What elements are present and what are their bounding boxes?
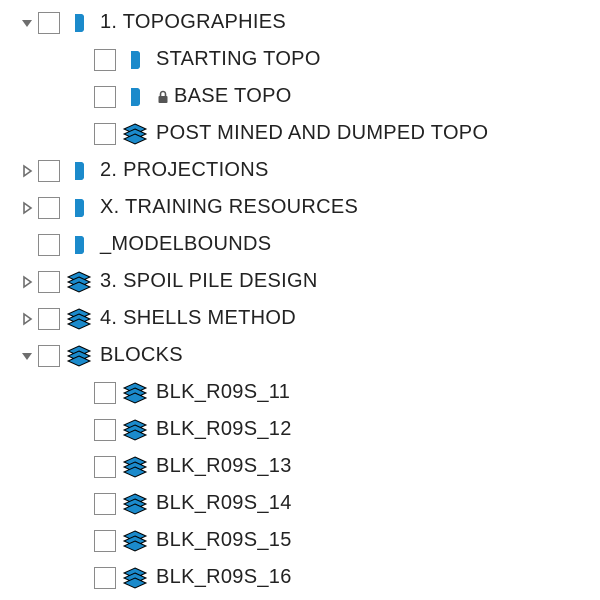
layers-stack-icon <box>122 121 148 147</box>
tree-item-label: BLK_R09S_16 <box>156 566 292 589</box>
layers-stack-icon <box>122 454 148 480</box>
layers-stack-icon <box>66 306 92 332</box>
visibility-checkbox[interactable] <box>94 86 116 108</box>
visibility-checkbox[interactable] <box>94 456 116 478</box>
visibility-checkbox[interactable] <box>38 271 60 293</box>
tree-row[interactable]: 2. PROJECTIONS <box>0 152 600 189</box>
expander-none <box>74 458 92 476</box>
visibility-checkbox[interactable] <box>94 530 116 552</box>
layers-stack-icon <box>122 528 148 554</box>
visibility-checkbox[interactable] <box>38 197 60 219</box>
layer-tree[interactable]: 1. TOPOGRAPHIES STARTING TOPO BASE TOPO POS… <box>0 0 600 596</box>
tree-row[interactable]: 1. TOPOGRAPHIES <box>0 4 600 41</box>
visibility-checkbox[interactable] <box>94 382 116 404</box>
expander-none <box>74 125 92 143</box>
tree-item-label: BASE TOPO <box>174 85 292 108</box>
expander-none <box>74 532 92 550</box>
visibility-checkbox[interactable] <box>38 308 60 330</box>
tree-row[interactable]: BLK_R09S_15 <box>0 522 600 559</box>
tree-row[interactable]: POST MINED AND DUMPED TOPO <box>0 115 600 152</box>
expander-none <box>74 569 92 587</box>
expander-open-icon[interactable] <box>18 347 36 365</box>
layers-stack-icon <box>122 417 148 443</box>
layers-stack-icon <box>66 269 92 295</box>
layers-stack-icon <box>122 565 148 591</box>
tree-row[interactable]: BLK_R09S_14 <box>0 485 600 522</box>
visibility-checkbox[interactable] <box>94 123 116 145</box>
expander-none <box>18 236 36 254</box>
tree-row[interactable]: BLK_R09S_13 <box>0 448 600 485</box>
tree-item-label: BLK_R09S_11 <box>156 381 290 404</box>
tree-item-label: BLOCKS <box>100 344 183 367</box>
visibility-checkbox[interactable] <box>94 493 116 515</box>
expander-closed-icon[interactable] <box>18 310 36 328</box>
visibility-checkbox[interactable] <box>38 12 60 34</box>
tree-item-label: 2. PROJECTIONS <box>100 159 269 182</box>
tree-item-label: 1. TOPOGRAPHIES <box>100 11 286 34</box>
tree-row[interactable]: BLK_R09S_12 <box>0 411 600 448</box>
design-folder-icon <box>122 47 148 73</box>
expander-closed-icon[interactable] <box>18 162 36 180</box>
tree-item-label: POST MINED AND DUMPED TOPO <box>156 122 488 145</box>
tree-row[interactable]: X. TRAINING RESOURCES <box>0 189 600 226</box>
expander-open-icon[interactable] <box>18 14 36 32</box>
expander-none <box>74 495 92 513</box>
expander-none <box>74 384 92 402</box>
expander-none <box>74 421 92 439</box>
tree-item-label: _MODELBOUNDS <box>100 233 271 256</box>
tree-row[interactable]: 3. SPOIL PILE DESIGN <box>0 263 600 300</box>
layers-stack-icon <box>122 491 148 517</box>
visibility-checkbox[interactable] <box>38 345 60 367</box>
tree-item-label: BLK_R09S_12 <box>156 418 292 441</box>
layers-stack-icon <box>66 343 92 369</box>
design-folder-icon <box>66 158 92 184</box>
layers-stack-icon <box>122 380 148 406</box>
tree-item-label: BLK_R09S_14 <box>156 492 292 515</box>
tree-item-label: X. TRAINING RESOURCES <box>100 196 358 219</box>
visibility-checkbox[interactable] <box>94 49 116 71</box>
tree-item-label: BLK_R09S_13 <box>156 455 292 478</box>
tree-row[interactable]: 4. SHELLS METHOD <box>0 300 600 337</box>
expander-closed-icon[interactable] <box>18 199 36 217</box>
visibility-checkbox[interactable] <box>38 160 60 182</box>
tree-item-label: 3. SPOIL PILE DESIGN <box>100 270 318 293</box>
visibility-checkbox[interactable] <box>38 234 60 256</box>
design-folder-icon <box>66 10 92 36</box>
lock-icon <box>156 90 170 104</box>
visibility-checkbox[interactable] <box>94 419 116 441</box>
tree-row[interactable]: BLK_R09S_16 <box>0 559 600 596</box>
tree-row[interactable]: BLK_R09S_11 <box>0 374 600 411</box>
tree-row[interactable]: BLOCKS <box>0 337 600 374</box>
tree-row[interactable]: _MODELBOUNDS <box>0 226 600 263</box>
design-folder-icon <box>66 195 92 221</box>
visibility-checkbox[interactable] <box>94 567 116 589</box>
expander-none <box>74 88 92 106</box>
design-folder-icon <box>66 232 92 258</box>
tree-item-label: BLK_R09S_15 <box>156 529 292 552</box>
expander-none <box>74 51 92 69</box>
tree-row[interactable]: BASE TOPO <box>0 78 600 115</box>
tree-item-label: 4. SHELLS METHOD <box>100 307 296 330</box>
tree-row[interactable]: STARTING TOPO <box>0 41 600 78</box>
tree-item-label: STARTING TOPO <box>156 48 321 71</box>
expander-closed-icon[interactable] <box>18 273 36 291</box>
design-folder-icon <box>122 84 148 110</box>
